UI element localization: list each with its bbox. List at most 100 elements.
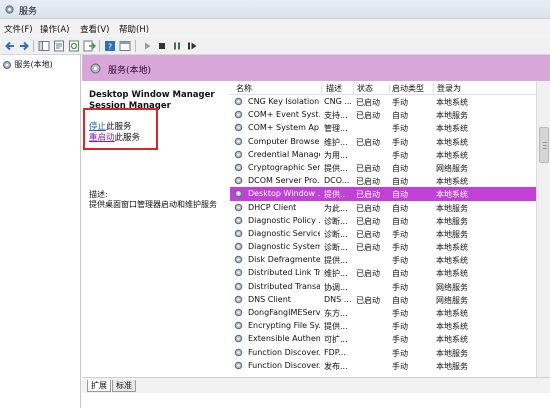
service-startup-type: 手动 (392, 361, 408, 371)
service-name: Distributed Link Tr... (248, 268, 320, 278)
toolbar-separator (99, 40, 100, 52)
service-log-on-as: 本地系统 (436, 124, 468, 134)
service-startup-type: 手动 (392, 348, 408, 358)
service-name: CNG Key Isolation (248, 97, 320, 106)
menu-file[interactable]: 文件(F) (4, 23, 33, 35)
service-gear-icon (234, 203, 243, 211)
service-row[interactable]: Encrypting File Sy... 提供... 手动 本地系统 (230, 319, 536, 332)
column-divider[interactable] (433, 83, 434, 93)
service-startup-type: 手动 (392, 98, 408, 107)
service-log-on-as: 本地系统 (436, 269, 468, 279)
service-gear-icon (234, 229, 243, 238)
service-gear-icon (234, 308, 243, 317)
service-row[interactable]: DNS Client DNS ... 已启动 自动 网络服务 (230, 293, 536, 306)
service-log-on-as: 本地服务 (436, 361, 468, 371)
grip-line (543, 142, 547, 143)
column-divider[interactable] (389, 83, 390, 93)
service-log-on-as: 本地系统 (436, 177, 468, 187)
tree-item-label: 服务(本地) (14, 60, 53, 69)
service-log-on-as: 本地系统 (436, 137, 468, 147)
menu-bar: 文件(F) 操作(A) 查看(V) 帮助(H) (0, 19, 550, 37)
service-log-on-as: 本地系统 (436, 98, 468, 107)
back-icon[interactable] (3, 39, 17, 53)
service-status: 已启动 (356, 203, 380, 213)
service-row[interactable]: Function Discover... 发布... 手动 本地服务 (230, 359, 536, 372)
service-name: Function Discover... (248, 360, 320, 370)
service-row[interactable]: Computer Browser 维护... 已启动 手动 本地系统 (230, 135, 536, 148)
service-log-on-as: 本地服务 (436, 111, 468, 121)
vertical-scrollbar[interactable] (536, 81, 550, 377)
service-row[interactable]: DHCP Client 为此... 已启动 自动 本地服务 (230, 201, 536, 214)
service-row[interactable]: DongFangIMEServ... 东方... 手动 本地系统 (230, 306, 536, 319)
service-gear-icon (234, 163, 243, 172)
service-row[interactable]: Cryptographic Ser... 提供... 已启动 自动 网络服务 (230, 161, 536, 174)
service-row[interactable]: Desktop Window ... 提供... 已启动 自动 本地系统 (230, 187, 536, 201)
service-row[interactable]: Disk Defragmenter 提供... 手动 本地系统 (230, 253, 536, 266)
service-row[interactable]: COM+ Event Syst... 支持... 已启动 自动 本地服务 (230, 108, 536, 121)
service-row[interactable]: COM+ System Ap... 管理... 手动 本地系统 (230, 121, 536, 134)
service-description: 诊断... (324, 216, 348, 226)
mmc-icon[interactable] (118, 39, 132, 53)
service-startup-type: 自动 (392, 111, 408, 121)
services-rows: CNG Key Isolation CNG ... 已启动 手动 本地系统 COM+ Ev… (230, 95, 536, 377)
export-icon[interactable] (82, 39, 96, 53)
help-icon[interactable]: ? (103, 39, 117, 53)
service-name: Disk Defragmenter (248, 255, 320, 265)
service-log-on-as: 本地服务 (436, 229, 468, 239)
service-startup-type: 手动 (392, 229, 408, 239)
play-icon[interactable] (140, 39, 154, 53)
service-startup-type: 手动 (392, 124, 408, 134)
service-row[interactable]: DCOM Server Pro... DCO... 已启动 自动 本地系统 (230, 174, 536, 187)
properties-icon[interactable] (52, 39, 66, 53)
view-tabs: 扩展 标准 (82, 377, 550, 393)
service-row[interactable]: Diagnostic Policy ... 诊断... 已启动 自动 本地服务 (230, 214, 536, 227)
menu-view[interactable]: 查看(V) (80, 23, 109, 35)
service-status: 已启动 (356, 111, 380, 121)
service-log-on-as: 本地系统 (436, 190, 468, 200)
service-row[interactable]: Distributed Transa... 协调... 手动 网络服务 (230, 280, 536, 293)
service-gear-icon (234, 282, 243, 290)
svg-text:?: ? (108, 43, 112, 52)
column-divider[interactable] (321, 83, 322, 93)
service-startup-type: 自动 (392, 203, 408, 213)
service-name: Diagnostic System... (248, 242, 320, 252)
tab-extended[interactable]: 扩展 (87, 380, 111, 392)
toolbar-separator (135, 40, 136, 52)
service-startup-type: 手动 (392, 150, 408, 160)
service-gear-icon (234, 321, 243, 330)
console-tree-icon[interactable] (37, 39, 51, 53)
service-row[interactable]: Function Discover... FDP... 手动 本地服务 (230, 346, 536, 359)
column-name[interactable]: 名称 (236, 83, 252, 94)
column-divider[interactable] (353, 83, 354, 93)
pause-icon[interactable] (170, 39, 184, 53)
services-gear-icon (90, 63, 101, 74)
service-row[interactable]: Extensible Authen... 可扩... 手动 本地系统 (230, 332, 536, 345)
tree-item-services-local[interactable]: 服务(本地) (2, 59, 53, 71)
menu-help[interactable]: 帮助(H) (119, 23, 149, 35)
service-startup-type: 手动 (392, 335, 408, 345)
service-status: 已启动 (356, 295, 380, 305)
stop-icon[interactable] (155, 39, 169, 53)
refresh-icon[interactable] (67, 39, 81, 53)
service-row[interactable]: Credential Manager 为用... 手动 本地系统 (230, 148, 536, 161)
service-log-on-as: 本地系统 (436, 150, 468, 160)
tab-standard[interactable]: 标准 (112, 380, 136, 392)
service-row[interactable]: Distributed Link Tr... 维护... 已启动 自动 本地系统 (230, 266, 536, 279)
scrollbar-thumb[interactable] (539, 127, 549, 163)
column-description[interactable]: 描述 (326, 83, 342, 94)
service-row[interactable]: Diagnostic Service... 诊断... 已启动 手动 本地服务 (230, 227, 536, 240)
column-log-on-as[interactable]: 登录为 (437, 83, 461, 94)
service-row[interactable]: CNG Key Isolation CNG ... 已启动 手动 本地系统 (230, 95, 536, 108)
column-startup-type[interactable]: 启动类型 (392, 83, 424, 94)
service-description: 为用... (324, 150, 348, 160)
service-gear-icon (234, 295, 243, 304)
service-row[interactable]: Diagnostic System... 诊断... 已启动 手动 本地系统 (230, 240, 536, 253)
forward-icon[interactable] (17, 39, 31, 53)
service-description: 管理... (324, 124, 348, 134)
service-status: 已启动 (356, 229, 380, 239)
column-status[interactable]: 状态 (357, 83, 373, 94)
service-description: 诊断... (324, 229, 348, 239)
restart-icon[interactable] (185, 39, 199, 53)
menu-action[interactable]: 操作(A) (40, 23, 69, 35)
service-log-on-as: 网络服务 (436, 163, 468, 173)
